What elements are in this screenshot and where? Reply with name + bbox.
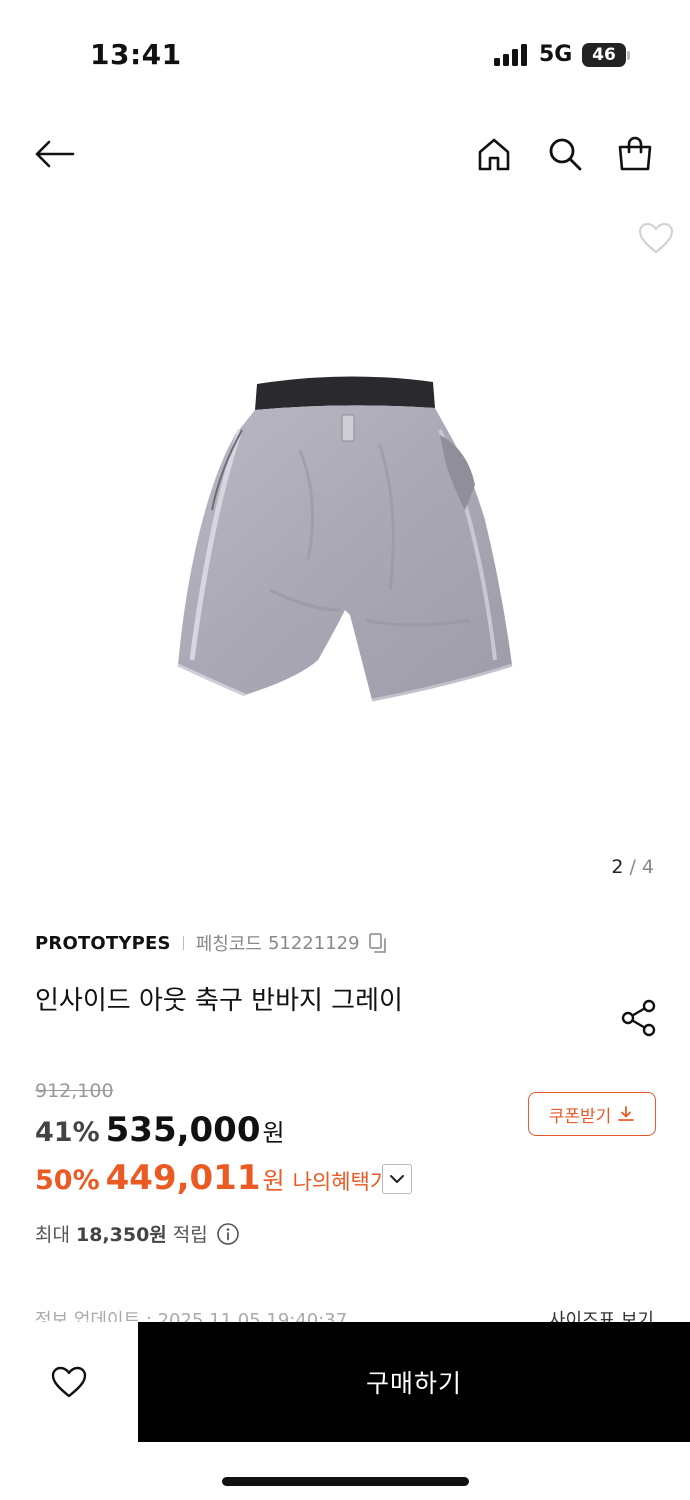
benefit-price-row: 50% 449,011 원 나의혜택가 [35,1158,389,1198]
chevron-down-icon [390,1175,404,1183]
product-image[interactable] [150,360,540,730]
info-icon[interactable] [216,1222,240,1246]
gallery-separator: / [629,856,636,878]
product-code: 51221129 [267,932,360,954]
benefit-label: 나의혜택가 [292,1170,390,1194]
wishlist-button[interactable] [44,1358,94,1406]
points-suffix: 적립 [172,1224,208,1246]
benefit-rate: 50% [35,1165,100,1196]
points-amount: 18,350원 [75,1224,167,1246]
cart-button[interactable] [611,130,659,178]
gallery-current: 2 [611,856,624,878]
benefit-currency: 원 [262,1167,285,1195]
divider [182,936,184,950]
currency-label: 원 [262,1119,285,1147]
points-row: 최대 18,350원 적립 [35,1220,240,1247]
home-icon [478,138,510,171]
search-icon [549,138,582,171]
battery-icon: 46 [582,43,626,67]
product-code-label: 페칭코드 [195,934,262,955]
brand-row: PROTOTYPES 페칭코드 51221129 [35,930,388,956]
shopping-bag-icon [618,136,652,171]
points-prefix: 최대 [35,1224,70,1246]
status-bar: 13:41 5G 46 [0,0,690,110]
signal-icon [494,44,527,66]
home-indicator [222,1477,469,1486]
header [0,120,690,190]
heart-outline-icon [639,223,673,253]
original-price: 912,100 [35,1080,114,1102]
bottom-action-bar: 구매하기 [0,1322,690,1500]
price-row: 41% 535,000 원 [35,1110,285,1150]
brand-name[interactable]: PROTOTYPES [35,933,171,954]
arrow-left-icon [35,140,75,168]
heart-outline-icon [51,1366,87,1398]
coupon-button[interactable]: 쿠폰받기 [528,1092,656,1136]
search-button[interactable] [541,130,589,178]
battery-nub [627,51,630,60]
benefit-expand-button[interactable] [382,1164,412,1194]
buy-button[interactable]: 구매하기 [138,1322,690,1442]
gallery-total: 4 [641,856,654,878]
share-button[interactable] [617,996,661,1040]
home-button[interactable] [470,130,518,178]
download-icon [618,1106,635,1121]
sale-price: 535,000 [105,1110,261,1150]
wishlist-heart-button[interactable] [634,216,678,260]
product-title: 인사이드 아웃 축구 반바지 그레이 [35,986,403,1016]
back-button[interactable] [30,130,78,178]
network-label: 5G [539,42,573,67]
gallery-page-indicator: 2 / 4 [611,856,654,878]
discount-rate: 41% [35,1117,100,1148]
copy-icon[interactable] [368,932,388,954]
share-icon [621,999,656,1037]
status-time: 13:41 [90,38,182,71]
benefit-price: 449,011 [105,1158,261,1198]
coupon-label: 쿠폰받기 [548,1106,612,1127]
